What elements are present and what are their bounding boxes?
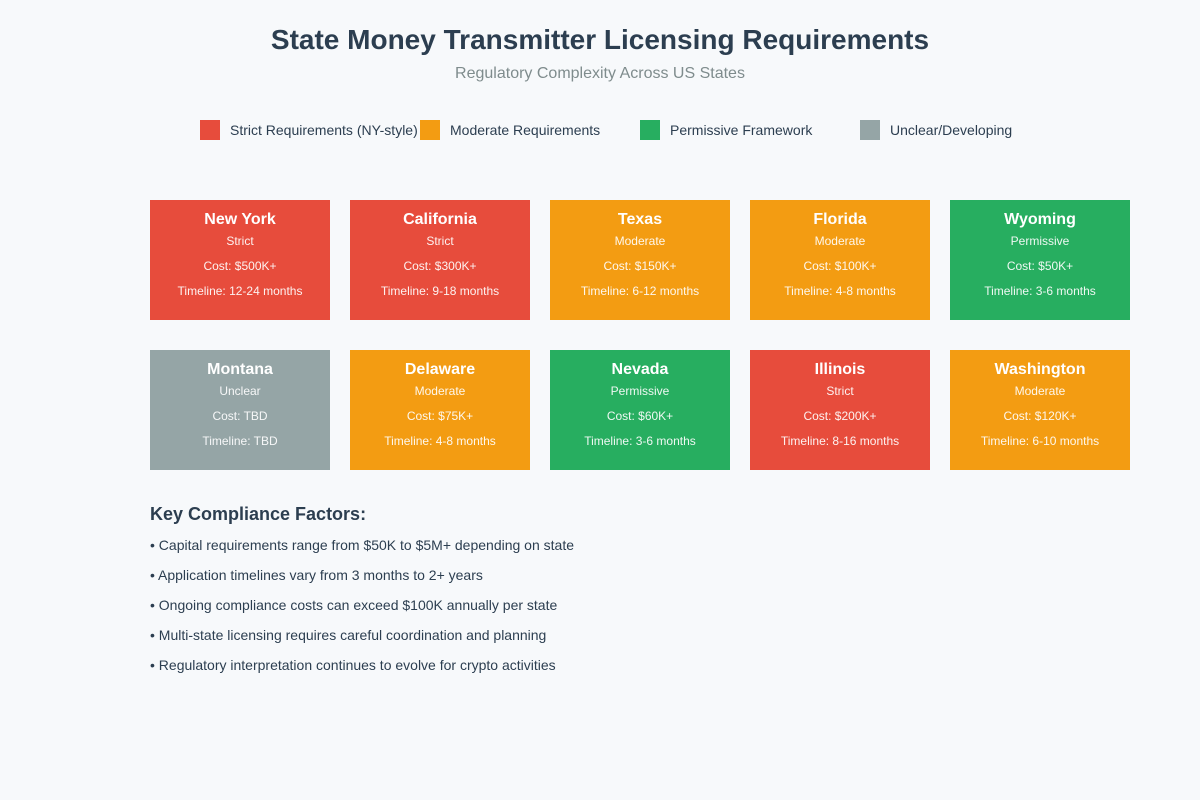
state-card-wyoming: Wyoming Permissive Cost: $50K+ Timeline:… xyxy=(950,200,1130,320)
state-cost: Cost: TBD xyxy=(212,409,268,423)
page-title: State Money Transmitter Licensing Requir… xyxy=(270,24,930,55)
state-cost: Cost: $200K+ xyxy=(803,409,877,423)
state-card-texas: Texas Moderate Cost: $150K+ Timeline: 6-… xyxy=(550,200,730,320)
state-level: Moderate xyxy=(414,384,466,398)
state-name: Illinois xyxy=(814,361,866,378)
state-level: Strict xyxy=(826,384,854,398)
state-name: Wyoming xyxy=(1004,211,1076,228)
state-cost: Cost: $60K+ xyxy=(606,409,674,423)
state-level: Permissive xyxy=(610,384,670,398)
state-name: Montana xyxy=(207,361,273,378)
legend-swatch-strict xyxy=(200,120,220,140)
state-level: Permissive xyxy=(1010,234,1070,248)
state-level: Unclear xyxy=(219,384,261,398)
state-name: Washington xyxy=(994,361,1086,378)
state-timeline: Timeline: 4-8 months xyxy=(784,284,896,298)
factor-item: • Capital requirements range from $50K t… xyxy=(150,537,574,553)
legend-label-unclear: Unclear/Developing xyxy=(890,122,1013,138)
state-card-new-york: New York Strict Cost: $500K+ Timeline: 1… xyxy=(150,200,330,320)
state-cost: Cost: $100K+ xyxy=(803,259,877,273)
legend-label-moderate: Moderate Requirements xyxy=(450,122,601,138)
state-level: Moderate xyxy=(814,234,866,248)
state-card-florida: Florida Moderate Cost: $100K+ Timeline: … xyxy=(750,200,930,320)
factor-item: • Multi-state licensing requires careful… xyxy=(150,627,547,643)
legend-label-strict: Strict Requirements (NY-style) xyxy=(230,122,418,138)
state-timeline: Timeline: 3-6 months xyxy=(984,284,1096,298)
state-card-montana: Montana Unclear Cost: TBD Timeline: TBD xyxy=(150,350,330,470)
legend-swatch-unclear xyxy=(860,120,880,140)
state-card-illinois: Illinois Strict Cost: $200K+ Timeline: 8… xyxy=(750,350,930,470)
page-subtitle: Regulatory Complexity Across US States xyxy=(455,65,745,82)
state-cost: Cost: $150K+ xyxy=(603,259,677,273)
state-cost: Cost: $300K+ xyxy=(403,259,477,273)
state-level: Moderate xyxy=(614,234,666,248)
state-card-california: California Strict Cost: $300K+ Timeline:… xyxy=(350,200,530,320)
state-card-delaware: Delaware Moderate Cost: $75K+ Timeline: … xyxy=(350,350,530,470)
state-level: Strict xyxy=(426,234,454,248)
factor-item: • Application timelines vary from 3 mont… xyxy=(150,567,483,583)
legend-swatch-permissive xyxy=(640,120,660,140)
state-timeline: Timeline: 6-10 months xyxy=(980,434,1100,448)
factor-item: • Regulatory interpretation continues to… xyxy=(150,657,556,673)
state-name: Delaware xyxy=(404,361,476,378)
state-level: Strict xyxy=(226,234,254,248)
state-timeline: Timeline: 8-16 months xyxy=(780,434,900,448)
state-timeline: Timeline: 6-12 months xyxy=(580,284,700,298)
state-card-nevada: Nevada Permissive Cost: $60K+ Timeline: … xyxy=(550,350,730,470)
state-name: Nevada xyxy=(611,361,669,378)
state-timeline: Timeline: TBD xyxy=(202,434,278,448)
legend-swatch-moderate xyxy=(420,120,440,140)
factor-item: • Ongoing compliance costs can exceed $1… xyxy=(150,597,558,613)
state-timeline: Timeline: 12-24 months xyxy=(177,284,303,298)
state-cost: Cost: $500K+ xyxy=(203,259,277,273)
state-cost: Cost: $75K+ xyxy=(406,409,474,423)
factors-heading: Key Compliance Factors: xyxy=(150,504,367,524)
state-timeline: Timeline: 9-18 months xyxy=(380,284,500,298)
state-name: Texas xyxy=(617,211,663,228)
legend-label-permissive: Permissive Framework xyxy=(670,122,813,138)
state-card-washington: Washington Moderate Cost: $120K+ Timelin… xyxy=(950,350,1130,470)
state-name: California xyxy=(403,211,477,228)
state-cost: Cost: $120K+ xyxy=(1003,409,1077,423)
state-timeline: Timeline: 3-6 months xyxy=(584,434,696,448)
state-cost: Cost: $50K+ xyxy=(1006,259,1074,273)
state-name: Florida xyxy=(813,211,867,228)
state-name: New York xyxy=(204,211,276,228)
state-level: Moderate xyxy=(1014,384,1066,398)
state-timeline: Timeline: 4-8 months xyxy=(384,434,496,448)
